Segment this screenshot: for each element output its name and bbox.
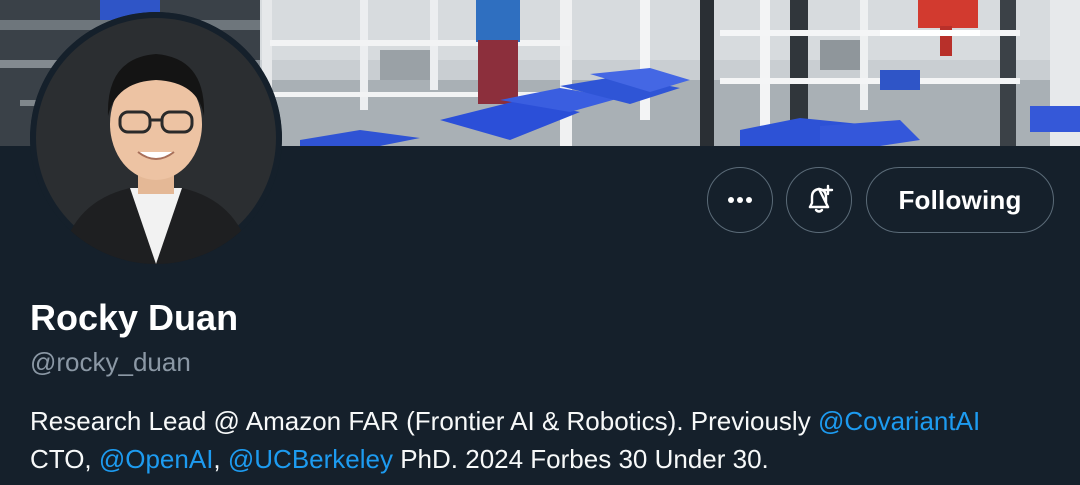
mention-openai-link[interactable]: @OpenAI [99,444,214,474]
more-button[interactable] [707,167,773,233]
more-dots-icon [728,197,752,203]
mention-covariantai-link[interactable]: @CovariantAI [818,406,980,436]
user-handle: @rocky_duan [30,347,191,377]
bio-text: , [213,444,228,474]
following-button[interactable]: Following [866,167,1054,233]
display-name: Rocky Duan [30,297,239,338]
notifications-button[interactable] [786,167,852,233]
bio-text: CTO, [30,444,99,474]
bio-text: Research Lead @ Amazon FAR (Frontier AI … [30,406,818,436]
profile-bio: Research Lead @ Amazon FAR (Frontier AI … [30,402,1070,478]
profile-photo-icon [30,12,282,264]
bio-line-2: CTO, @OpenAI, @UCBerkeley PhD. 2024 Forb… [30,440,1070,478]
profile-avatar[interactable] [30,12,282,264]
bio-text: PhD. 2024 Forbes 30 Under 30. [392,444,769,474]
mention-ucberkeley-link[interactable]: @UCBerkeley [228,444,393,474]
bio-line-1: Research Lead @ Amazon FAR (Frontier AI … [30,402,1070,440]
bell-plus-icon [808,184,834,213]
